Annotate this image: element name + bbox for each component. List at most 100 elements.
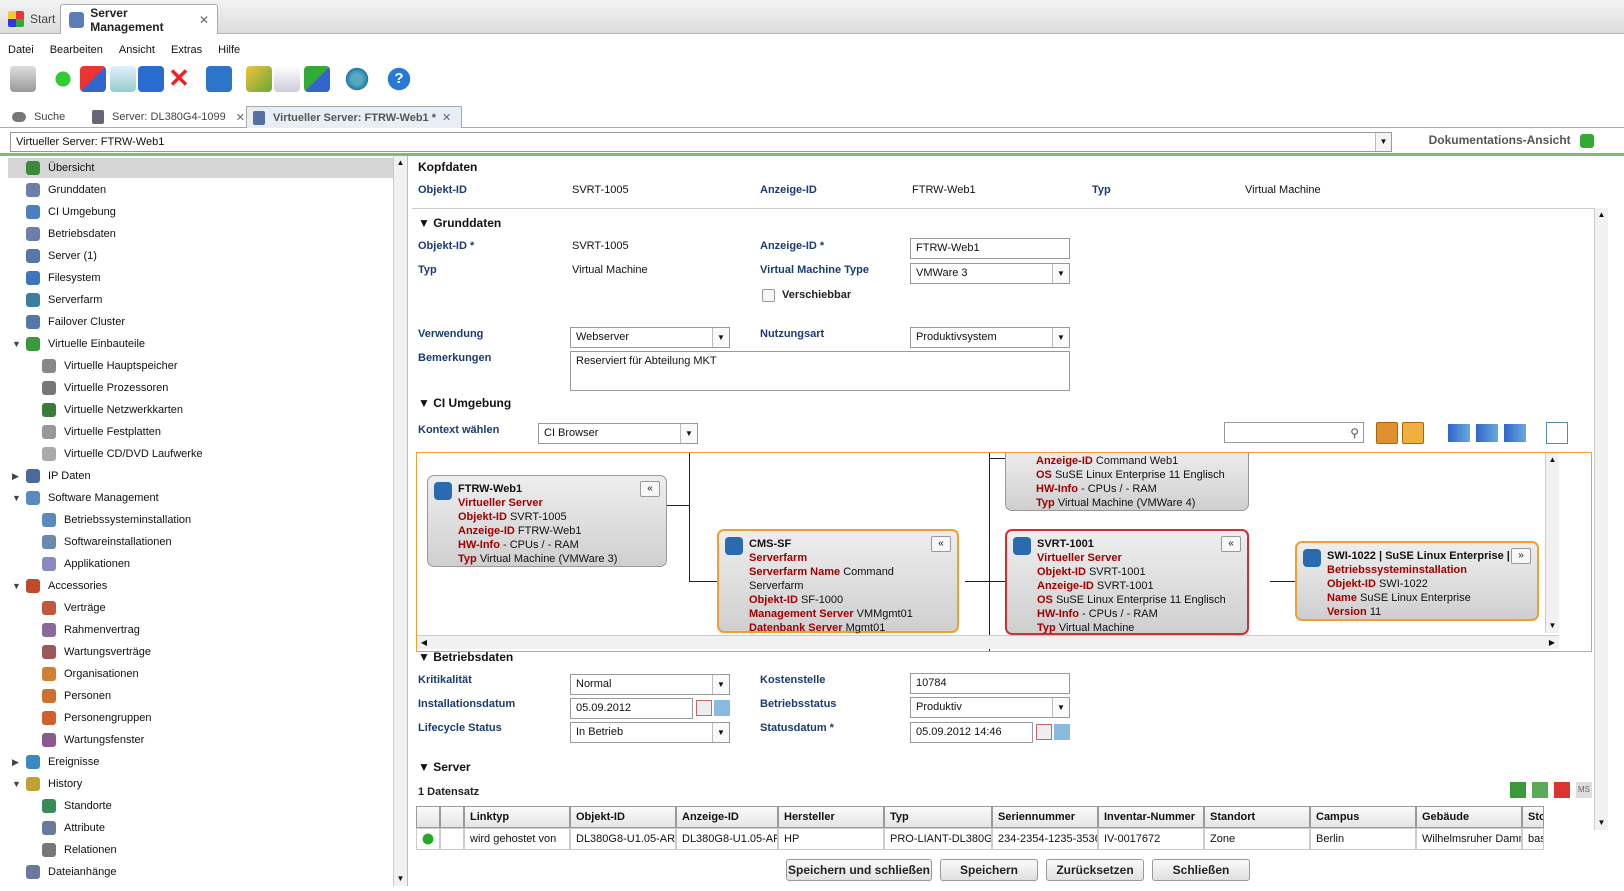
tab-server-dl380[interactable]: Server: DL380G4-1099 ✕ — [86, 106, 251, 128]
nav-item-virtuelle-hauptspeicher[interactable]: Virtuelle Hauptspeicher — [42, 356, 178, 376]
checklist-icon[interactable] — [274, 66, 300, 92]
tool-icon[interactable] — [246, 66, 272, 92]
expand-node-icon[interactable]: » — [1511, 548, 1531, 564]
nav-item-serverfarm[interactable]: Serverfarm — [26, 290, 102, 310]
column-header[interactable]: Objekt-ID — [570, 806, 676, 828]
kontext-select[interactable]: CI Browser ▼ — [538, 423, 698, 444]
table-cell[interactable]: 234-2354-1235-3536 — [992, 828, 1098, 850]
ms-export-icon[interactable]: MS — [1576, 782, 1592, 798]
documentation-view-toggle[interactable]: Dokumentations-Ansicht — [1429, 133, 1594, 148]
fit-layout-icon[interactable] — [1546, 422, 1568, 444]
excel-export-icon[interactable] — [1510, 782, 1526, 798]
chevron-down-icon[interactable]: ▼ — [1375, 133, 1391, 151]
lifecycle-select[interactable]: In Betrieb ▼ — [570, 722, 730, 743]
column-header[interactable]: Standort — [1204, 806, 1310, 828]
column-header[interactable]: Hersteller — [778, 806, 884, 828]
nav-item-softwareinstallationen[interactable]: Softwareinstallationen — [42, 532, 172, 552]
table-cell[interactable]: DL380G8-U1.05-AR — [676, 828, 778, 850]
chevron-down-icon[interactable]: ▼ — [1052, 264, 1069, 283]
ci-node-command-web1[interactable]: Anzeige-ID Command Web1 OS SuSE Linux Ent… — [1005, 453, 1249, 511]
table-cell[interactable]: Berlin — [1310, 828, 1416, 850]
pan-hand-icon[interactable] — [1402, 422, 1424, 444]
nav-item-übersicht[interactable]: Übersicht — [8, 158, 393, 178]
nav-item-ereignisse[interactable]: Ereignisse — [26, 752, 99, 772]
nav-item-filesystem[interactable]: Filesystem — [26, 268, 101, 288]
detail-scrollbar[interactable]: ▲ ▼ — [1594, 208, 1608, 830]
nav-item-history[interactable]: History — [26, 774, 82, 794]
info-icon[interactable] — [206, 66, 232, 92]
nav-item-personen[interactable]: Personen — [42, 686, 111, 706]
nav-item-virtuelle-festplatten[interactable]: Virtuelle Festplatten — [42, 422, 161, 442]
add-icon[interactable] — [50, 66, 76, 92]
print-icon[interactable] — [10, 66, 36, 92]
table-cell[interactable]: wird gehostet von — [464, 828, 570, 850]
close-button[interactable]: Schließen — [1152, 859, 1250, 881]
table-cell[interactable] — [440, 828, 464, 850]
table-cell[interactable]: Wilhelmsruher Damm — [1416, 828, 1522, 850]
nav-item-betriebssysteminstallation[interactable]: Betriebssysteminstallation — [42, 510, 191, 530]
menu-datei[interactable]: Datei — [0, 42, 42, 60]
nav-item-software-management[interactable]: Software Management — [26, 488, 159, 508]
column-header[interactable]: Seriennummer — [992, 806, 1098, 828]
ci-node-swi-1022[interactable]: SWI-1022 | SuSE Linux Enterprise | 1» Bet… — [1295, 541, 1539, 621]
nav-item-personengruppen[interactable]: Personengruppen — [42, 708, 151, 728]
save-and-close-button[interactable]: Speichern und schließen — [786, 859, 932, 881]
tree-collapse-icon[interactable]: ▼ — [12, 493, 21, 503]
app-tab-start[interactable]: Start — [0, 4, 63, 34]
bemerkungen-textarea[interactable]: Reserviert für Abteilung MKT — [570, 351, 1070, 391]
tab-suche[interactable]: Suche — [6, 106, 71, 128]
nav-item-betriebsdaten[interactable]: Betriebsdaten — [26, 224, 116, 244]
nav-item-verträge[interactable]: Verträge — [42, 598, 106, 618]
pdf-export-icon[interactable] — [1554, 782, 1570, 798]
table-cell[interactable]: Zone — [1204, 828, 1310, 850]
object-path-combobox[interactable]: Virtueller Server: FTRW-Web1 ▼ — [10, 132, 1392, 152]
close-icon[interactable]: ✕ — [199, 13, 209, 27]
nav-item-virtuelle-einbauteile[interactable]: Virtuelle Einbauteile — [26, 334, 145, 354]
table-cell[interactable]: HP — [778, 828, 884, 850]
kritikalitaet-select[interactable]: Normal ▼ — [570, 674, 730, 695]
csv-export-icon[interactable] — [1532, 782, 1548, 798]
upload-icon[interactable] — [110, 66, 136, 92]
search-icon[interactable]: ⚲ — [1350, 424, 1359, 443]
nav-item-relationen[interactable]: Relationen — [42, 840, 117, 860]
nav-item-applikationen[interactable]: Applikationen — [42, 554, 130, 574]
column-header[interactable]: Campus — [1310, 806, 1416, 828]
section-betriebsdaten[interactable]: ▼ Betriebsdaten — [418, 650, 513, 664]
chevron-down-icon[interactable]: ▼ — [712, 328, 729, 347]
calendar-icon[interactable] — [1036, 724, 1052, 740]
tree-collapse-icon[interactable]: ▼ — [12, 339, 21, 349]
status-shield-icon[interactable] — [416, 828, 440, 850]
anzeige-id-input[interactable]: FTRW-Web1 — [910, 238, 1070, 259]
chevron-down-icon[interactable]: ▼ — [1052, 698, 1069, 717]
statusdatum-input[interactable]: 05.09.2012 14:46 — [910, 722, 1033, 743]
expand-left-icon[interactable] — [1448, 424, 1470, 442]
graph-vertical-scrollbar[interactable]: ▲ ▼ — [1545, 453, 1559, 633]
nav-item-organisationen[interactable]: Organisationen — [42, 664, 139, 684]
section-grunddaten[interactable]: ▼ Grunddaten — [418, 216, 501, 230]
expand-both-icon[interactable] — [1476, 424, 1498, 442]
tree-collapse-icon[interactable]: ▼ — [12, 581, 21, 591]
column-header[interactable]: Anzeige-ID — [676, 806, 778, 828]
nav-item-wartungsverträge[interactable]: Wartungsverträge — [42, 642, 151, 662]
nav-item-ci-umgebung[interactable]: CI Umgebung — [26, 202, 116, 222]
nutzungsart-select[interactable]: Produktivsystem ▼ — [910, 327, 1070, 348]
section-ci-umgebung[interactable]: ▼ CI Umgebung — [418, 396, 511, 410]
link-column-header-icon[interactable] — [416, 806, 440, 828]
tree-expand-icon[interactable]: ▶ — [12, 471, 19, 482]
column-header[interactable]: Stoc — [1522, 806, 1544, 828]
betriebsstatus-select[interactable]: Produktiv ▼ — [910, 697, 1070, 718]
nav-item-grunddaten[interactable]: Grunddaten — [26, 180, 106, 200]
save-button[interactable]: Speichern — [940, 859, 1038, 881]
verwendung-select[interactable]: Webserver ▼ — [570, 327, 730, 348]
table-cell[interactable]: base — [1522, 828, 1544, 850]
nav-item-dateianhänge[interactable]: Dateianhänge — [26, 862, 117, 882]
close-icon[interactable]: ✕ — [442, 111, 451, 124]
navigation-scrollbar[interactable]: ▲ ▼ — [393, 156, 407, 886]
verschiebbar-checkbox[interactable] — [762, 289, 775, 302]
installationsdatum-input[interactable]: 05.09.2012 — [570, 698, 693, 719]
column-header[interactable]: Gebäude — [1416, 806, 1522, 828]
ci-node-cms-sf[interactable]: CMS-SF « Serverfarm Serverfarm Name Command… — [717, 529, 959, 648]
select-pointer-icon[interactable] — [1376, 422, 1398, 444]
tree-expand-icon[interactable]: ▶ — [12, 757, 19, 768]
graph-horizontal-scrollbar[interactable]: ◀ ▶ — [417, 635, 1559, 649]
